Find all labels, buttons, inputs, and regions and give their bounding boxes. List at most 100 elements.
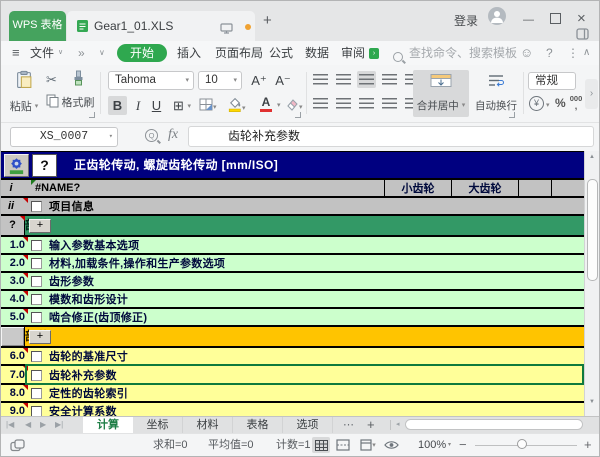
checkbox[interactable] (31, 201, 42, 212)
close-button[interactable]: × (577, 9, 586, 29)
table-row[interactable]: 9.0 安全计算系数 (1, 403, 584, 416)
row-label[interactable]: 齿轮补充参数 (49, 366, 117, 383)
row-label[interactable]: 齿形参数 (49, 273, 94, 289)
section-blank-cell[interactable] (1, 327, 25, 346)
magnifier-q-icon[interactable]: Q (145, 129, 158, 142)
maximize-button[interactable] (550, 13, 561, 24)
tab-home[interactable]: 开始 (117, 44, 167, 62)
underline-button[interactable]: U (148, 96, 165, 115)
table-row[interactable]: 5.0 啮合修正(齿顶修正) (1, 309, 584, 327)
minimize-button[interactable]: — (523, 10, 534, 30)
menu-file[interactable]: 文件 (30, 41, 54, 65)
next-sheet-icon[interactable]: ▶ (40, 417, 46, 433)
align-middle-icon[interactable] (334, 71, 353, 88)
row-label[interactable]: 项目信息 (49, 198, 94, 214)
font-size-select[interactable]: 10▾ (198, 71, 242, 90)
expand-group-button[interactable]: + (29, 330, 51, 344)
copy-icon[interactable] (46, 94, 59, 113)
align-center-icon[interactable] (334, 95, 353, 112)
app-home-tab[interactable]: WPS 表格 (9, 11, 66, 41)
scroll-down-icon[interactable]: ▼ (585, 399, 599, 405)
table-row[interactable]: 1.0 输入参数基本选项 (1, 237, 584, 255)
checkbox[interactable] (31, 294, 42, 305)
tab-data[interactable]: 数据 (305, 41, 329, 65)
row-label[interactable]: 齿轮的基准尺寸 (49, 348, 128, 364)
checkbox[interactable] (31, 240, 42, 251)
checkbox[interactable] (31, 258, 42, 269)
scroll-up-icon[interactable]: ▲ (585, 154, 599, 160)
name-error-cell[interactable]: #NAME? (35, 180, 80, 196)
selection-mode-icon[interactable] (10, 439, 25, 457)
collapse-ribbon-icon[interactable]: ∧ (583, 41, 590, 65)
align-right-icon[interactable] (357, 95, 376, 112)
checkbox[interactable] (31, 406, 42, 416)
highlight-color-bucket-icon[interactable]: ▾ (227, 96, 246, 117)
wrap-text-button[interactable]: 自动换行 (473, 70, 519, 117)
justify-icon[interactable] (380, 95, 399, 112)
bold-button[interactable]: B (108, 96, 127, 115)
row-label[interactable]: 啮合修正(齿顶修正) (49, 309, 147, 325)
insert-function-fx-icon[interactable]: fx (168, 127, 178, 143)
toolbar-expand-icon[interactable]: › (585, 79, 598, 109)
pinion-column-header[interactable]: 小齿轮 (384, 180, 451, 196)
number-format-select[interactable]: 常规 (528, 72, 576, 90)
scroll-left-icon[interactable]: ◂ (396, 417, 400, 433)
clipboard-dialog-launcher[interactable] (89, 112, 95, 118)
smiley-feedback-icon[interactable]: ☺ (520, 41, 533, 65)
tab-formulas[interactable]: 公式 (269, 41, 293, 65)
reading-mode-eye-icon[interactable] (382, 437, 400, 453)
font-name-select[interactable]: Tahoma▾ (108, 71, 194, 90)
empty-header-cell[interactable] (518, 180, 552, 196)
scrollbar-thumb[interactable] (587, 179, 598, 281)
percent-format-icon[interactable]: % (555, 96, 566, 110)
table-row[interactable]: 3.0 齿形参数 (1, 273, 584, 291)
decrease-font-icon[interactable]: A⁻ (273, 71, 293, 90)
cut-icon[interactable]: ✂ (46, 72, 57, 88)
checkbox[interactable] (31, 276, 42, 287)
table-row[interactable]: 8.0 定性的齿轮索引 (1, 385, 584, 403)
row-label[interactable]: 模数和齿形设计 (49, 291, 128, 307)
sheet-tab-table[interactable]: 表格 (233, 417, 283, 433)
paste-button[interactable]: 粘贴 ▾ (7, 70, 41, 114)
gear-column-header[interactable]: 大齿轮 (451, 180, 518, 196)
italic-button[interactable]: I (130, 96, 146, 115)
checkbox[interactable] (31, 312, 42, 323)
format-painter-button[interactable]: 格式刷 (59, 70, 97, 110)
more-tabs-icon[interactable]: » (78, 41, 85, 65)
table-row[interactable]: 6.0 齿轮的基准尺寸 (1, 348, 584, 366)
align-top-icon[interactable] (311, 71, 330, 88)
increase-font-icon[interactable]: A⁺ (249, 71, 269, 90)
normal-view-icon[interactable] (312, 437, 330, 453)
quick-access-dropdown-icon[interactable]: ∨ (99, 41, 105, 65)
zoom-out-icon[interactable]: − (459, 434, 467, 456)
row-label[interactable]: 材料,加载条件,操作和生产参数选项 (49, 255, 225, 271)
prev-sheet-icon[interactable]: ◀ (25, 417, 31, 433)
fill-cells-icon[interactable]: ▾ (199, 98, 217, 116)
align-left-icon[interactable] (311, 95, 330, 112)
header-row-i[interactable]: i #NAME? 小齿轮 大齿轮 (1, 180, 584, 198)
font-color-dropdown-icon[interactable]: ▾ (277, 101, 281, 109)
tab-page-layout[interactable]: 页面布局 (215, 41, 263, 65)
formula-input[interactable]: 齿轮补充参数 (188, 126, 594, 147)
font-dialog-launcher[interactable] (295, 112, 301, 118)
last-sheet-icon[interactable]: ▶| (55, 417, 63, 433)
table-row[interactable]: 2.0 材料,加载条件,操作和生产参数选项 (1, 255, 584, 273)
row-label[interactable]: 安全计算系数 (49, 403, 117, 416)
zoom-dropdown-icon[interactable]: ▾ (448, 434, 451, 456)
sheet-tab-calc[interactable]: 计算 (83, 417, 133, 433)
more-sheets-icon[interactable]: ⋯ (343, 417, 354, 433)
hamburger-menu-icon[interactable]: ≡ (12, 41, 20, 65)
sheet-tab-options[interactable]: 选项 (283, 417, 333, 433)
tab-insert[interactable]: 插入 (177, 41, 201, 65)
zoom-level[interactable]: 100% (418, 434, 446, 456)
project-info-row[interactable]: ii 项目信息 (1, 198, 584, 216)
search-input[interactable]: 查找命令、搜索模板 (409, 41, 517, 65)
table-row-selected[interactable]: 7.0 齿轮补充参数 (1, 366, 584, 385)
login-link[interactable]: 登录 (454, 11, 478, 31)
sheet-tab-material[interactable]: 材料 (183, 417, 233, 433)
help-icon[interactable]: ? (546, 41, 553, 65)
alignment-dialog-launcher[interactable] (509, 112, 515, 118)
name-box-dropdown-icon[interactable]: ▾ (109, 128, 113, 146)
sheet-tab-coords[interactable]: 坐标 (133, 417, 183, 433)
page-break-view-icon[interactable] (334, 437, 352, 453)
